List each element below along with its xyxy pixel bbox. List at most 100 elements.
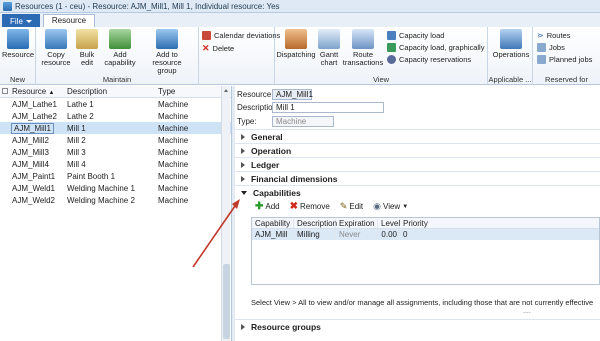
- delete-label: Delete: [212, 44, 235, 53]
- planned-jobs-button[interactable]: Planned jobs: [537, 55, 592, 64]
- capacity-reservations-label: Capacity reservations: [399, 55, 472, 64]
- fasttab-resource-groups[interactable]: Resource groups: [235, 319, 600, 333]
- add-capability-label-2: capability: [104, 58, 136, 67]
- list-item[interactable]: AJM_Mill3 Mill 3 Machine: [0, 146, 231, 158]
- cell-description: Welding Machine 2: [67, 195, 135, 205]
- dispatching-button[interactable]: Dispatching: [276, 29, 316, 59]
- group-label-view: View: [372, 75, 390, 84]
- chevron-down-icon: ▼: [402, 203, 409, 210]
- cell-resource-text: AJM_Mill3: [12, 147, 49, 157]
- jobs-button[interactable]: Jobs: [537, 43, 565, 52]
- window-title-bar: Resources (1 - ceu) - Resource: AJM_Mill…: [0, 0, 600, 13]
- column-header-resource[interactable]: Resource ▲: [9, 87, 65, 96]
- route-transactions-button[interactable]: Route transactions: [343, 29, 383, 67]
- bulk-edit-label-2: edit: [80, 58, 94, 67]
- col-priority[interactable]: Priority: [400, 219, 430, 228]
- collapse-icon: [241, 190, 247, 195]
- fasttab-general[interactable]: General: [235, 129, 600, 143]
- column-header-type-label: Type: [158, 87, 176, 96]
- routes-button[interactable]: ⋗ Routes: [537, 31, 570, 40]
- resource-field-label: Resource:: [237, 90, 274, 99]
- add-to-resource-group-button[interactable]: Add to resource group: [142, 29, 192, 75]
- tab-resource[interactable]: Resource: [42, 14, 96, 27]
- table-row[interactable]: AJM_Mill Milling Never 0.00 0: [252, 229, 599, 240]
- add-capability-button[interactable]: Add capability: [102, 29, 138, 67]
- fasttab-operation[interactable]: Operation: [235, 143, 600, 157]
- edit-capability-button[interactable]: ✎ Edit: [340, 201, 363, 212]
- expand-icon: [241, 323, 245, 330]
- dispatching-label: Dispatching: [276, 50, 316, 59]
- route-transactions-icon: [352, 29, 374, 49]
- file-tab[interactable]: File: [2, 14, 40, 27]
- fasttab-financial-dimensions[interactable]: Financial dimensions: [235, 171, 600, 185]
- col-expiration[interactable]: Expiration: [336, 218, 378, 228]
- list-item[interactable]: AJM_Weld2 Welding Machine 2 Machine: [0, 194, 231, 206]
- cell-description: Paint Booth 1: [67, 171, 116, 181]
- group-label-applicable: Applicable ...: [488, 75, 532, 84]
- jobs-label: Jobs: [549, 43, 565, 52]
- view-menu-button[interactable]: ◉ View ▼: [373, 201, 408, 212]
- select-all-checkbox[interactable]: [0, 87, 9, 96]
- list-item[interactable]: AJM_Weld1 Welding Machine 1 Machine: [0, 182, 231, 194]
- capacity-load-button[interactable]: Capacity load: [387, 31, 444, 40]
- resource-list-header: Resource ▲ Description Type: [0, 86, 231, 98]
- delete-icon: ✕: [202, 43, 210, 53]
- gantt-chart-button[interactable]: Gantt chart: [317, 29, 341, 67]
- fasttab-financial-label: Financial dimensions: [251, 173, 338, 184]
- cell-level: 0.00: [378, 230, 400, 239]
- bulk-edit-button[interactable]: Bulk edit: [75, 29, 99, 67]
- cell-resource-text: AJM_Lathe1: [12, 99, 57, 109]
- col-level[interactable]: Level: [378, 218, 400, 228]
- new-resource-button[interactable]: Resource: [2, 29, 34, 59]
- cell-resource-text: AJM_Mill2: [12, 135, 49, 145]
- cell-type: Machine: [158, 183, 189, 193]
- cell-resource: AJM_Mill2: [9, 136, 65, 145]
- tab-resource-label: Resource: [51, 16, 87, 25]
- resource-field-value: AJM_Mill1: [272, 89, 313, 100]
- list-item[interactable]: AJM_Mill4 Mill 4 Machine: [0, 158, 231, 170]
- add-capability-row-button[interactable]: ✚ Add: [255, 201, 280, 212]
- cell-description: Milling: [294, 230, 336, 239]
- column-header-description[interactable]: Description: [65, 87, 156, 96]
- fasttab-operation-label: Operation: [251, 145, 292, 156]
- fasttab-capabilities[interactable]: Capabilities: [235, 185, 600, 199]
- list-item[interactable]: AJM_Lathe1 Lathe 1 Machine: [0, 98, 231, 110]
- column-header-type[interactable]: Type: [156, 87, 216, 96]
- type-field-label: Type:: [237, 117, 257, 126]
- list-scrollbar[interactable]: [221, 86, 230, 341]
- cell-expiration: Never: [336, 230, 378, 239]
- col-capability[interactable]: Capability: [252, 218, 294, 228]
- description-input[interactable]: Mill 1: [272, 102, 384, 113]
- fasttab-ledger[interactable]: Ledger: [235, 157, 600, 171]
- scrollbar-thumb[interactable]: [223, 264, 230, 339]
- cell-description: Mill 1: [67, 123, 86, 133]
- scroll-up-icon[interactable]: [224, 89, 228, 92]
- ribbon-tab-row: File Resource: [0, 13, 600, 27]
- calendar-deviations-label: Calendar deviations: [214, 31, 281, 40]
- calendar-deviations-button[interactable]: Calendar deviations: [202, 31, 280, 40]
- capacity-reservations-button[interactable]: Capacity reservations: [387, 55, 471, 64]
- ribbon: Resource New Copy resource Bulk edit Add…: [0, 27, 600, 85]
- resize-grip[interactable]: ....: [523, 308, 531, 315]
- remove-capability-button[interactable]: ✖ Remove: [290, 201, 330, 212]
- list-item[interactable]: AJM_Mill1 Mill 1 Machine: [0, 122, 231, 134]
- view-icon: ◉: [373, 201, 382, 211]
- operations-button[interactable]: Operations: [490, 29, 532, 59]
- copy-resource-icon: [45, 29, 67, 49]
- delete-button[interactable]: ✕ Delete: [202, 43, 234, 54]
- cell-description: Lathe 1: [67, 99, 94, 109]
- cell-description: Mill 3: [67, 147, 86, 157]
- add-to-group-label-1: Add to resource: [152, 50, 182, 67]
- add-capability-icon: [109, 29, 131, 49]
- list-item[interactable]: AJM_Paint1 Paint Booth 1 Machine: [0, 170, 231, 182]
- cell-type: Machine: [158, 99, 189, 109]
- cell-type: Machine: [158, 123, 189, 133]
- copy-resource-button[interactable]: Copy resource: [40, 29, 72, 67]
- capacity-load-graphically-button[interactable]: Capacity load, graphically: [387, 43, 484, 52]
- expand-icon: [241, 175, 245, 182]
- operations-icon: [500, 29, 522, 49]
- list-item[interactable]: AJM_Lathe2 Lathe 2 Machine: [0, 110, 231, 122]
- cell-resource-text: AJM_Weld1: [12, 183, 55, 193]
- col-description[interactable]: Description: [294, 218, 337, 228]
- list-item[interactable]: AJM_Mill2 Mill 2 Machine: [0, 134, 231, 146]
